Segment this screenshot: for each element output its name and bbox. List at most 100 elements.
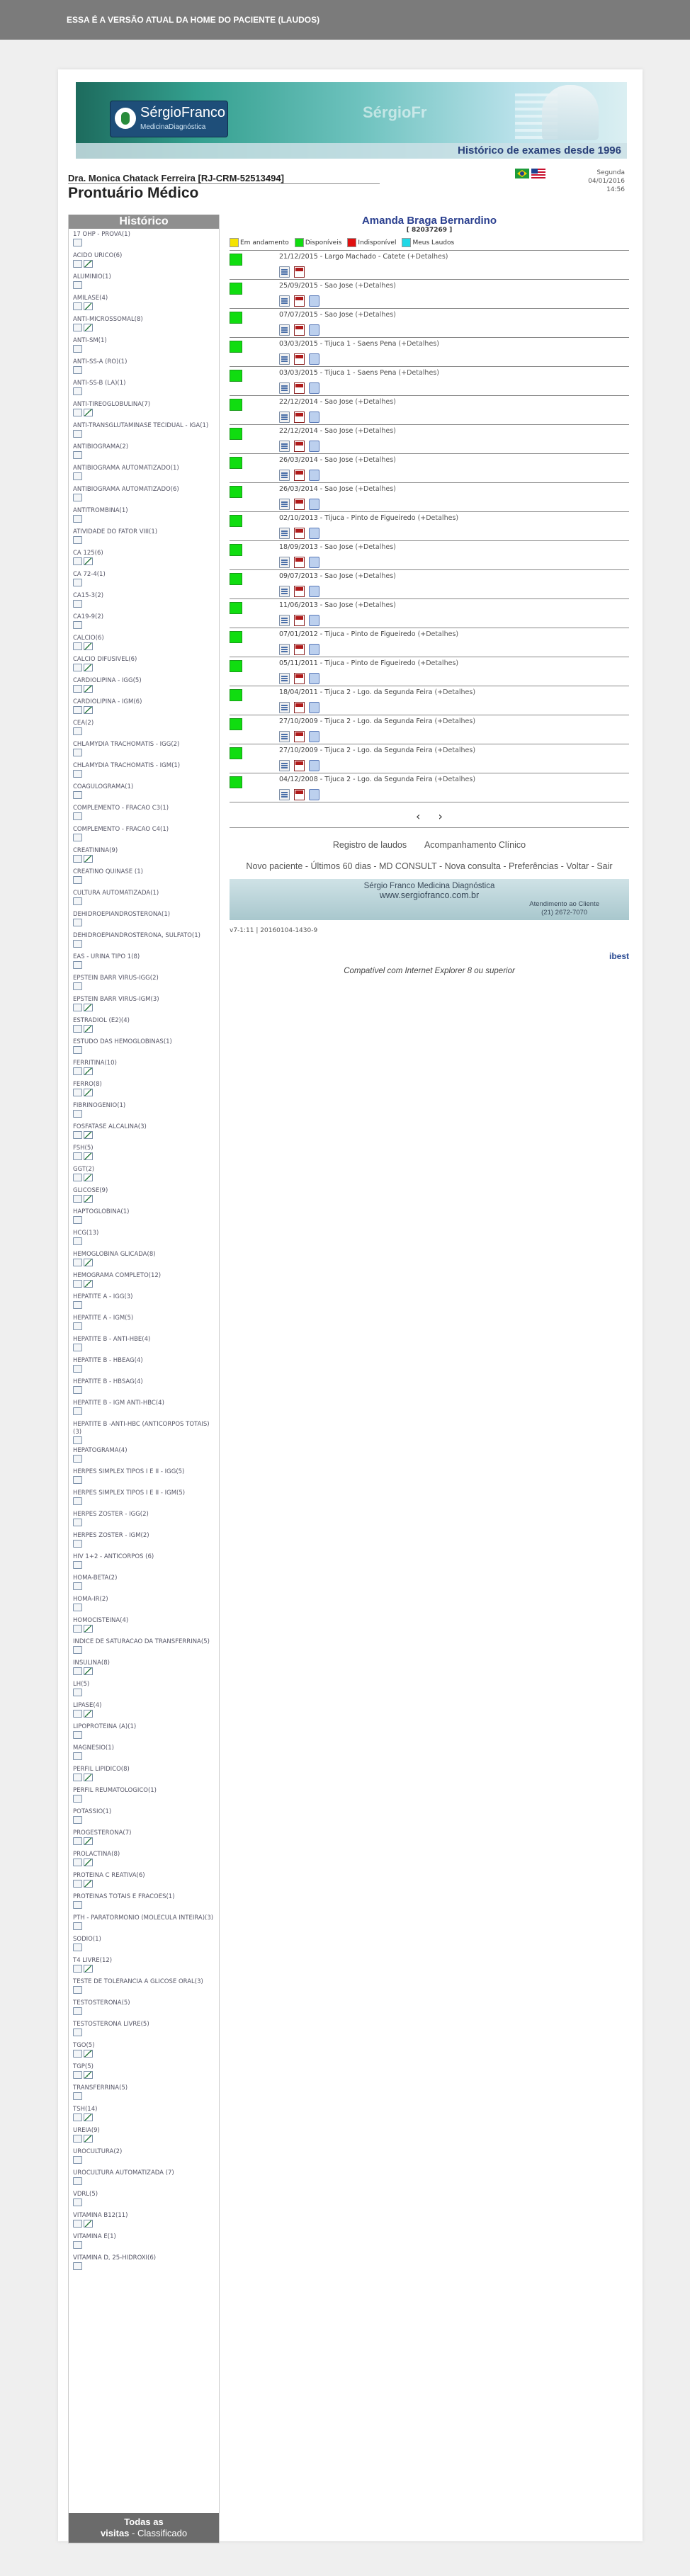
key-icon[interactable] [73, 897, 82, 905]
sidebar-exam-item[interactable]: ALUMINIO(1) [69, 271, 219, 293]
exam-name[interactable]: UROCULTURA AUTOMATIZADA (7) [73, 2167, 215, 2177]
key-icon[interactable] [73, 1497, 82, 1505]
exam-name[interactable]: CA19-9(2) [73, 611, 215, 621]
my-reports-icon[interactable] [309, 789, 319, 800]
report-document-icon[interactable] [279, 586, 290, 597]
sidebar-exam-item[interactable]: VDRL(5) [69, 2189, 219, 2210]
exam-name[interactable]: VDRL(5) [73, 2189, 215, 2198]
report-document-icon[interactable] [279, 499, 290, 510]
key-icon[interactable] [73, 1752, 82, 1760]
sidebar-exam-item[interactable]: HEPATITE B -ANTI-HBC (ANTICORPOS TOTAIS)… [69, 1419, 219, 1445]
sidebar-exam-item[interactable]: HIV 1+2 - ANTICORPOS (6) [69, 1551, 219, 1572]
graph-icon[interactable] [84, 2220, 93, 2228]
visit-details-link[interactable]: (+Detalhes) [398, 369, 439, 377]
ibest-award-logo[interactable]: ibest [609, 951, 629, 961]
sidebar-exam-item[interactable]: CALCIO DIFUSIVEL(6) [69, 654, 219, 675]
exam-name[interactable]: CALCIO DIFUSIVEL(6) [73, 654, 215, 664]
key-icon[interactable] [73, 855, 82, 863]
sidebar-exam-item[interactable]: HEPATITE A - IGG(3) [69, 1291, 219, 1312]
exam-name[interactable]: INDICE DE SATURACAO DA TRANSFERRINA(5) [73, 1636, 215, 1646]
key-icon[interactable] [73, 1689, 82, 1696]
key-icon[interactable] [73, 1944, 82, 1951]
sidebar-exam-item[interactable]: PERFIL REUMATOLOGICO(1) [69, 1785, 219, 1806]
graph-icon[interactable] [84, 685, 93, 693]
key-icon[interactable] [73, 727, 82, 735]
sidebar-exam-item[interactable]: GLICOSE(9) [69, 1185, 219, 1206]
key-icon[interactable] [73, 409, 82, 416]
visit-details-link[interactable]: (+Detalhes) [355, 282, 396, 290]
graph-icon[interactable] [84, 1774, 93, 1781]
exam-name[interactable]: HERPES ZOSTER - IGM(2) [73, 1530, 215, 1540]
exam-name[interactable]: HCG(13) [73, 1227, 215, 1237]
sidebar-exam-item[interactable]: ANTI-SS-B (LA)(1) [69, 378, 219, 399]
sidebar-exam-item[interactable]: VITAMINA D, 25-HIDROXI(6) [69, 2252, 219, 2274]
sidebar-exam-item[interactable]: LH(5) [69, 1679, 219, 1700]
my-reports-icon[interactable] [309, 295, 319, 307]
sidebar-exam-item[interactable]: CHLAMYDIA TRACHOMATIS - IGM(1) [69, 760, 219, 781]
key-icon[interactable] [73, 791, 82, 799]
exam-name[interactable]: T4 LIVRE(12) [73, 1955, 215, 1965]
key-icon[interactable] [73, 281, 82, 289]
nova-consulta-link[interactable]: Nova consulta [445, 861, 501, 871]
sidebar-exam-item[interactable]: TESTOSTERONA(5) [69, 1997, 219, 2019]
pdf-icon[interactable] [294, 760, 305, 771]
exam-name[interactable]: HIV 1+2 - ANTICORPOS (6) [73, 1551, 215, 1561]
sidebar-exam-item[interactable]: UREIA(9) [69, 2125, 219, 2146]
exam-name[interactable]: VITAMINA D, 25-HIDROXI(6) [73, 2252, 215, 2262]
my-reports-icon[interactable] [309, 412, 319, 423]
sidebar-exam-item[interactable]: 17 OHP - PROVA(1) [69, 229, 219, 250]
md-consult-link[interactable]: MD CONSULT [379, 861, 437, 871]
exam-name[interactable]: ANTITROMBINA(1) [73, 505, 215, 515]
exam-name[interactable]: CA 125(6) [73, 547, 215, 557]
exam-name[interactable]: TESTOSTERONA LIVRE(5) [73, 2019, 215, 2029]
exam-name[interactable]: CHLAMYDIA TRACHOMATIS - IGG(2) [73, 739, 215, 749]
sidebar-exam-item[interactable]: ATIVIDADE DO FATOR VIII(1) [69, 526, 219, 547]
key-icon[interactable] [73, 515, 82, 523]
visit-details-link[interactable]: (+Detalhes) [435, 717, 476, 725]
exam-name[interactable]: ESTUDO DAS HEMOGLOBINAS(1) [73, 1036, 215, 1046]
key-icon[interactable] [73, 1476, 82, 1484]
graph-icon[interactable] [84, 1625, 93, 1633]
key-icon[interactable] [73, 2007, 82, 2015]
sidebar-exam-item[interactable]: HEPATITE B - ANTI-HBE(4) [69, 1334, 219, 1355]
visit-details-link[interactable]: (+Detalhes) [355, 427, 396, 435]
exam-name[interactable]: CHLAMYDIA TRACHOMATIS - IGM(1) [73, 760, 215, 770]
key-icon[interactable] [73, 472, 82, 480]
key-icon[interactable] [73, 2241, 82, 2249]
sidebar-exam-item[interactable]: PROGESTERONA(7) [69, 1827, 219, 1849]
report-document-icon[interactable] [279, 528, 290, 539]
sidebar-exam-item[interactable]: HEMOGLOBINA GLICADA(8) [69, 1249, 219, 1270]
acompanhamento-clinico-link[interactable]: Acompanhamento Clínico [424, 840, 526, 850]
sidebar-exam-item[interactable]: CREATINO QUINASE (1) [69, 866, 219, 887]
key-icon[interactable] [73, 2262, 82, 2270]
visit-details-link[interactable]: (+Detalhes) [355, 456, 396, 464]
key-icon[interactable] [73, 345, 82, 353]
sidebar-exam-item[interactable]: TESTOSTERONA LIVRE(5) [69, 2019, 219, 2040]
exam-name[interactable]: CREATININA(9) [73, 845, 215, 855]
key-icon[interactable] [73, 940, 82, 948]
report-document-icon[interactable] [279, 789, 290, 800]
exam-name[interactable]: TRANSFERRINA(5) [73, 2082, 215, 2092]
sidebar-exam-item[interactable]: ANTI-SS-A (RO)(1) [69, 356, 219, 378]
exam-name[interactable]: TSH(14) [73, 2104, 215, 2113]
my-reports-icon[interactable] [309, 324, 319, 336]
exam-name[interactable]: CREATINO QUINASE (1) [73, 866, 215, 876]
exam-name[interactable]: HEPATITE B - ANTI-HBE(4) [73, 1334, 215, 1344]
key-icon[interactable] [73, 706, 82, 714]
key-icon[interactable] [73, 1540, 82, 1548]
sidebar-exam-item[interactable]: ANTIBIOGRAMA AUTOMATIZADO(1) [69, 463, 219, 484]
exam-name[interactable]: EPSTEIN BARR VIRUS-IGG(2) [73, 972, 215, 982]
key-icon[interactable] [73, 1386, 82, 1394]
exam-name[interactable]: PERFIL REUMATOLOGICO(1) [73, 1785, 215, 1795]
key-icon[interactable] [73, 324, 82, 331]
sidebar-exam-item[interactable]: ESTUDO DAS HEMOGLOBINAS(1) [69, 1036, 219, 1057]
exam-name[interactable]: EPSTEIN BARR VIRUS-IGM(3) [73, 994, 215, 1004]
my-reports-icon[interactable] [309, 644, 319, 655]
key-icon[interactable] [73, 1280, 82, 1288]
sidebar-exam-item[interactable]: HAPTOGLOBINA(1) [69, 1206, 219, 1227]
sidebar-exam-item[interactable]: CARDIOLIPINA - IGG(5) [69, 675, 219, 696]
graph-icon[interactable] [84, 2135, 93, 2143]
key-icon[interactable] [73, 1901, 82, 1909]
sidebar-exam-item[interactable]: EPSTEIN BARR VIRUS-IGM(3) [69, 994, 219, 1015]
sidebar-exam-item[interactable]: HOMOCISTEINA(4) [69, 1615, 219, 1636]
